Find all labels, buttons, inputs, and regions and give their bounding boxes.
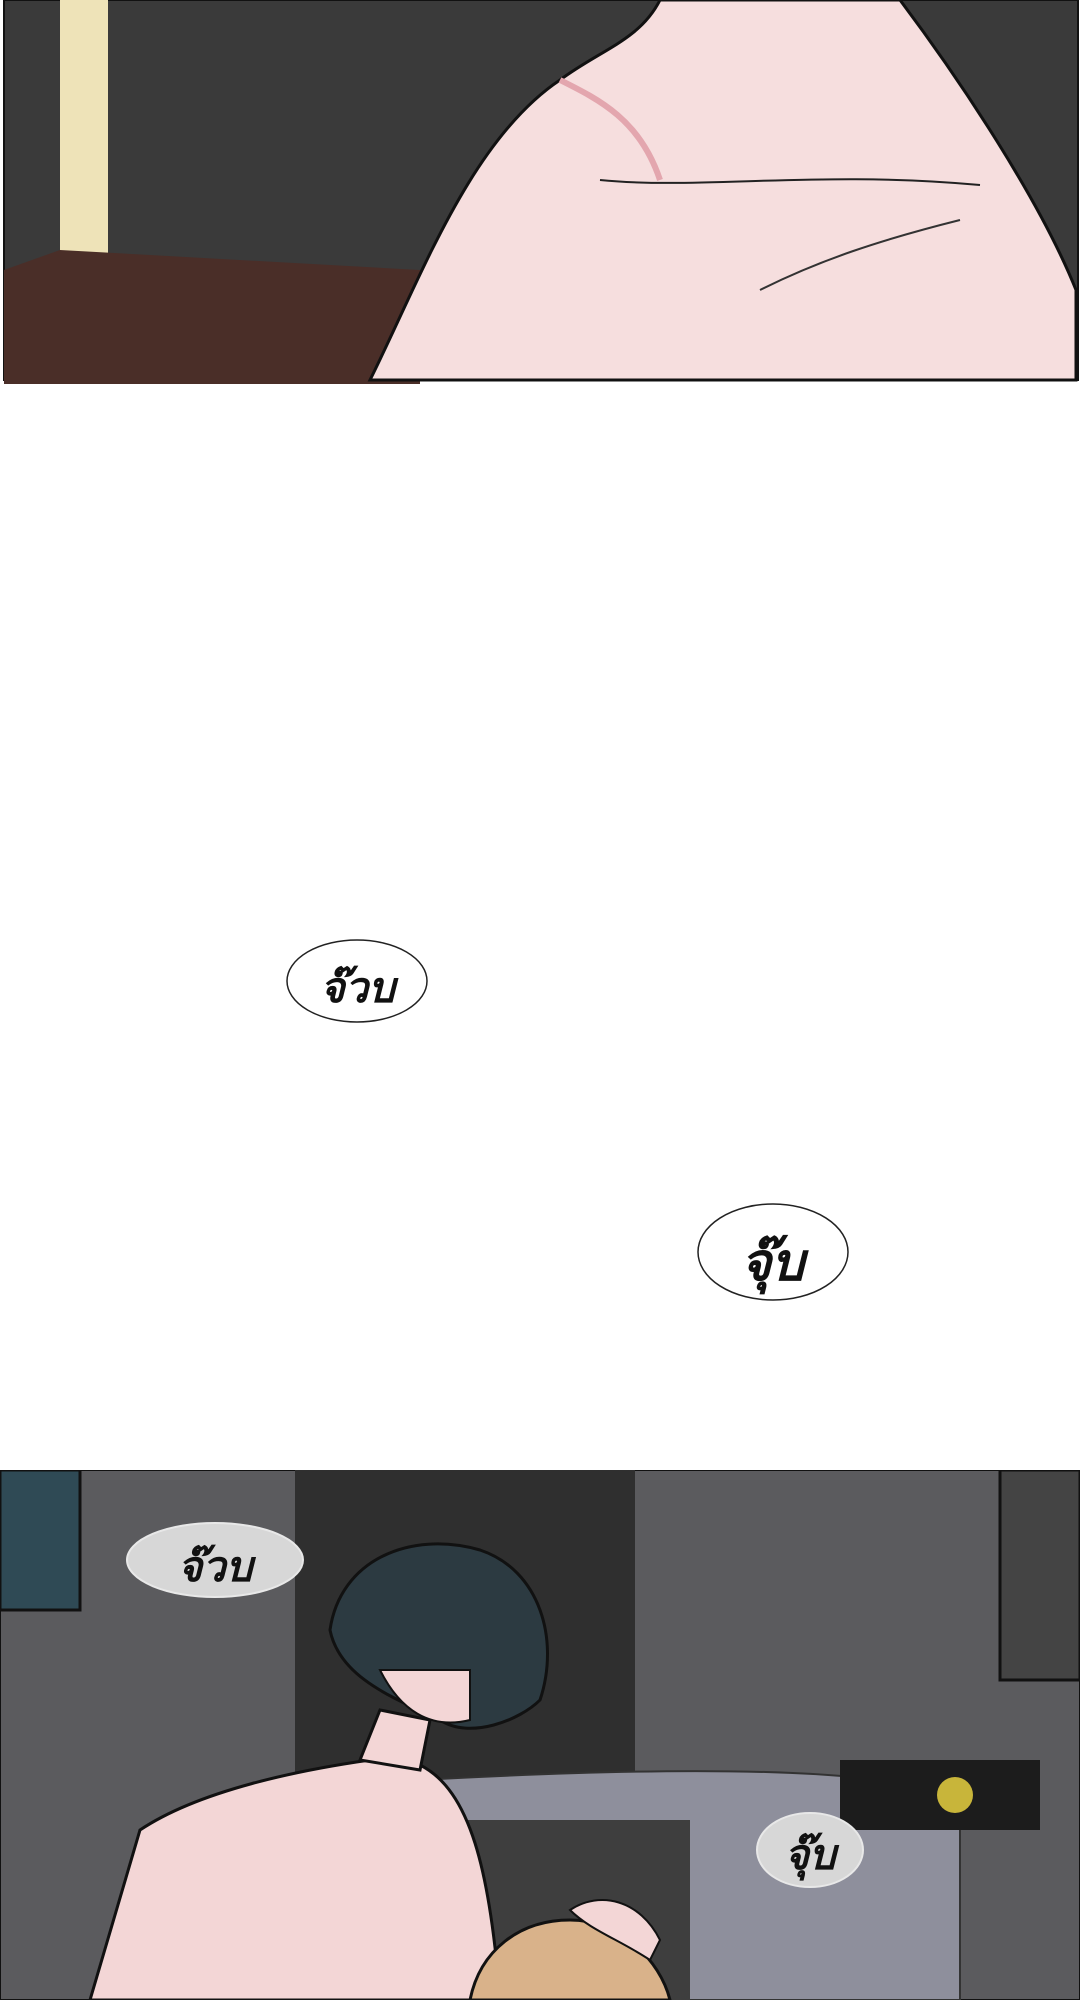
- sfx-text-2: จุ๊บ: [740, 1233, 805, 1293]
- speaker-cone: [937, 1777, 973, 1813]
- wall-panel: [998, 1470, 1080, 1682]
- wall-picture: [0, 1470, 82, 1612]
- sfx-bubble-3: จ๊วบ: [125, 1520, 305, 1600]
- sfx-text-1: จ๊วบ: [320, 963, 395, 1012]
- light-strip: [60, 0, 108, 260]
- sfx-bubble-4: จุ๊บ: [755, 1810, 865, 1895]
- sfx-bubble-2: จุ๊บ: [695, 1200, 850, 1310]
- top-panel-art: [3, 0, 1079, 384]
- sfx-text-4: จุ๊บ: [784, 1830, 836, 1879]
- sfx-bubble-1: จ๊วบ: [285, 935, 430, 1027]
- sfx-text-3: จ๊วบ: [177, 1542, 253, 1591]
- top-panel: [0, 0, 1080, 384]
- bottom-panel: จ๊วบ จุ๊บ: [0, 1470, 1080, 2000]
- furniture: [4, 250, 420, 384]
